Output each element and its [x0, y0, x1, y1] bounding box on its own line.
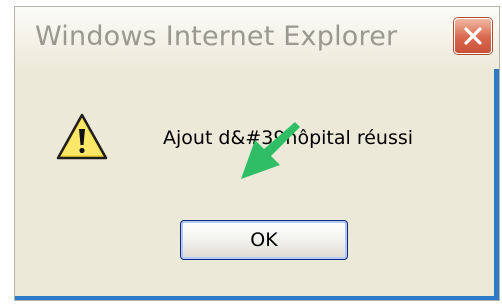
green-arrow-icon — [241, 122, 300, 179]
close-icon — [464, 27, 482, 45]
close-button[interactable] — [454, 18, 492, 54]
dialog-title: Windows Internet Explorer — [35, 21, 398, 52]
window-frame-edge-bottom — [15, 296, 499, 300]
ok-button[interactable]: OK — [180, 220, 348, 260]
title-bar[interactable]: Windows Internet Explorer — [15, 7, 499, 73]
warning-icon — [56, 113, 108, 160]
alert-dialog: Windows Internet Explorer Ajout d&#39hôp… — [14, 6, 500, 301]
window-frame-edge-right — [494, 69, 499, 300]
